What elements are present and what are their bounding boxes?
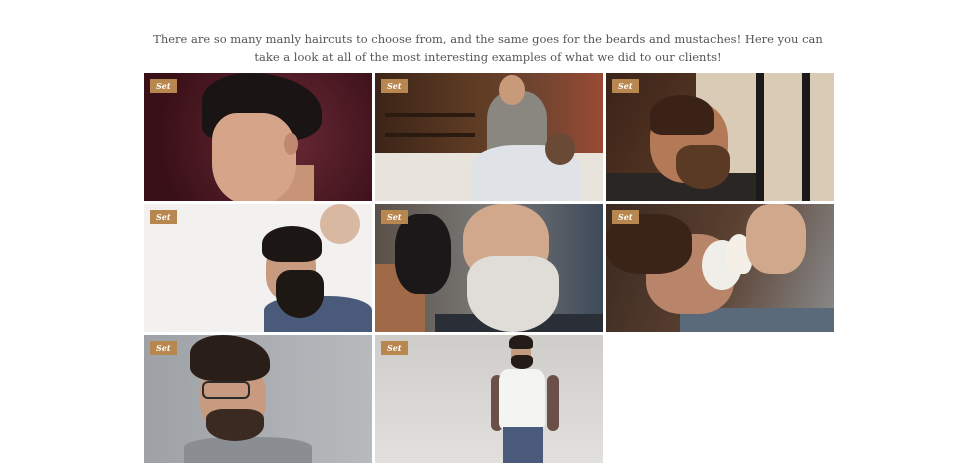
straight-razor-shave-photo bbox=[606, 73, 834, 201]
gallery-item-5[interactable]: Set bbox=[375, 204, 603, 332]
set-badge[interactable]: Set bbox=[612, 79, 639, 93]
set-badge[interactable]: Set bbox=[381, 341, 408, 355]
gallery-item-2[interactable]: Set bbox=[375, 73, 603, 201]
smiling-man-glasses-photo bbox=[144, 335, 372, 463]
gallery-item-6[interactable]: Set bbox=[606, 204, 834, 332]
set-badge[interactable]: Set bbox=[381, 210, 408, 224]
shaving-foam-photo bbox=[606, 204, 834, 332]
gallery-item-4[interactable]: Set bbox=[144, 204, 372, 332]
gallery-item-8[interactable]: Set bbox=[375, 335, 603, 463]
gallery-item-7[interactable]: Set bbox=[144, 335, 372, 463]
barber-shop-photo bbox=[375, 73, 603, 201]
bearded-man-haircut-photo bbox=[144, 204, 372, 332]
set-badge[interactable]: Set bbox=[381, 79, 408, 93]
set-badge[interactable]: Set bbox=[150, 210, 177, 224]
older-man-white-beard-photo bbox=[375, 204, 603, 332]
set-badge[interactable]: Set bbox=[150, 341, 177, 355]
set-badge[interactable]: Set bbox=[150, 79, 177, 93]
gallery-intro-text: There are so many manly haircuts to choo… bbox=[153, 31, 823, 64]
gallery-item-3[interactable]: Set bbox=[606, 73, 834, 201]
set-badge[interactable]: Set bbox=[612, 210, 639, 224]
gallery-item-1[interactable]: Set bbox=[144, 73, 372, 201]
haircut-gallery: Set Set Set Set Set Set Set Set bbox=[144, 73, 834, 463]
man-pompadour-photo bbox=[144, 73, 372, 201]
man-white-tshirt-photo bbox=[375, 335, 603, 463]
